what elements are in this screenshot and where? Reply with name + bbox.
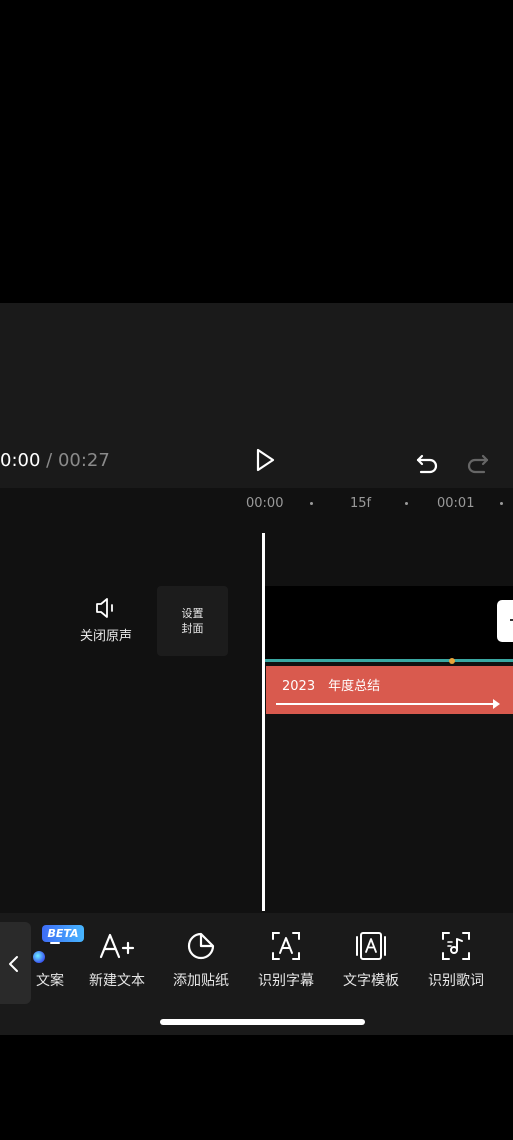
ruler-dot [310, 502, 313, 505]
play-icon [256, 448, 275, 472]
mute-original-audio-button[interactable]: 关闭原声 [72, 597, 140, 649]
tool-label: 文字模板 [343, 973, 399, 989]
add-text-icon [99, 933, 135, 959]
keyframe-dot[interactable] [449, 658, 455, 664]
recognize-subtitle-icon [272, 932, 300, 960]
set-cover-button[interactable]: 设置 封面 [157, 586, 228, 656]
tool-label: 新建文本 [89, 973, 145, 989]
tool-label: 添加贴纸 [173, 973, 229, 989]
audio-track-line [264, 659, 513, 662]
current-time: 0:00 [0, 450, 41, 471]
beta-badge: BETA [42, 925, 84, 942]
tool-label: 识别歌词 [428, 973, 484, 989]
add-clip-button[interactable] [497, 600, 513, 642]
tool-recognize-lyrics[interactable]: 识别歌词 [420, 929, 492, 999]
sticker-icon [187, 932, 215, 960]
undo-icon [416, 454, 438, 474]
ruler-dot [405, 502, 408, 505]
playhead[interactable] [262, 533, 265, 911]
text-template-icon [356, 932, 386, 960]
clip-duration-arrow [276, 699, 500, 709]
ruler-dot [500, 502, 503, 505]
undo-button[interactable] [414, 448, 440, 474]
time-separator: / [40, 450, 58, 471]
play-button[interactable] [252, 447, 278, 473]
text-clip-label: 2023 年度总结 [282, 679, 381, 694]
tool-label: 文案 [36, 973, 64, 989]
ai-sparkle-icon [33, 951, 45, 963]
text-clip[interactable]: 2023 年度总结 [266, 666, 513, 714]
mute-label: 关闭原声 [79, 629, 132, 644]
total-time: 00:27 [57, 450, 110, 471]
speaker-icon [96, 598, 113, 618]
ruler-label: 15f [350, 496, 372, 511]
cover-label-line2: 封面 [181, 622, 204, 635]
video-track-clip[interactable] [264, 586, 513, 660]
home-indicator[interactable] [160, 1019, 365, 1025]
tool-recognize-subtitles[interactable]: 识别字幕 [250, 929, 322, 999]
tool-text-template[interactable]: 文字模板 [335, 929, 407, 999]
recognize-lyrics-icon [442, 932, 470, 960]
video-preview [0, 303, 513, 435]
tool-add-sticker[interactable]: 添加贴纸 [165, 929, 237, 999]
tool-label: 识别字幕 [258, 973, 314, 989]
redo-icon [467, 454, 489, 474]
ruler-label: 00:00 [246, 496, 284, 511]
redo-button[interactable] [465, 448, 491, 474]
tool-new-text[interactable]: 新建文本 [81, 929, 153, 999]
timeline-ruler[interactable]: 00:00 15f 00:01 [0, 488, 513, 518]
time-display: 0:00 / 00:27 [0, 450, 110, 471]
ruler-label: 00:01 [437, 496, 475, 511]
cover-label-line1: 设置 [181, 607, 204, 620]
